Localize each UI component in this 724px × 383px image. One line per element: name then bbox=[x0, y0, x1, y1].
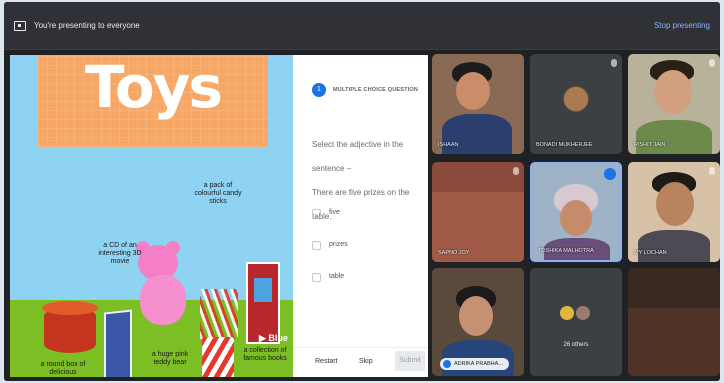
option-label: table bbox=[329, 273, 345, 280]
participant-name: RISHIT JAIN bbox=[634, 142, 666, 148]
stop-presenting-button[interactable]: Stop presenting bbox=[654, 21, 710, 30]
option-five[interactable]: five bbox=[312, 207, 412, 223]
label-round-box: a round box of delicious chocolates bbox=[40, 361, 86, 376]
pin-icon bbox=[443, 360, 451, 368]
option-table[interactable]: table bbox=[312, 271, 412, 287]
participant-name-pill: ADRIKA PRABHA... bbox=[440, 358, 509, 370]
participant-tile[interactable]: MY LOCHAN bbox=[628, 162, 720, 262]
candy-sticks-image bbox=[200, 289, 238, 339]
mic-off-icon bbox=[513, 167, 519, 175]
presenting-banner: You're presenting to everyone Stop prese… bbox=[4, 2, 720, 50]
slide-title-panel: Toys bbox=[38, 55, 268, 147]
skip-button[interactable]: Skip bbox=[359, 358, 373, 365]
label-books: a collection of famous books bbox=[243, 347, 287, 362]
option-prizes[interactable]: prizes bbox=[312, 239, 412, 255]
avatar bbox=[576, 306, 590, 320]
question-number: 1 bbox=[312, 83, 326, 97]
slide-big-title: Toys bbox=[84, 55, 223, 121]
shared-screen: Toys a CD of an interesting 3D movie a p… bbox=[10, 55, 428, 377]
brand-logo: ▶ Blue bbox=[259, 333, 288, 343]
checkbox[interactable] bbox=[312, 273, 321, 282]
participant-tile[interactable]: SAPNO JOY bbox=[432, 162, 524, 262]
quiz-footer: Restart Skip Submit bbox=[293, 347, 428, 377]
participant-tile-active[interactable]: TOSHIKA MALHOTRA bbox=[530, 162, 622, 262]
label-teddy: a huge pink teddy bear bbox=[151, 351, 189, 366]
meeting-window: You're presenting to everyone Stop prese… bbox=[4, 2, 720, 381]
self-view-tile[interactable] bbox=[628, 268, 720, 376]
quiz-panel: 1 MULTIPLE CHOICE QUESTION Select the ad… bbox=[293, 55, 428, 377]
books-image bbox=[246, 262, 280, 344]
checkbox[interactable] bbox=[312, 241, 321, 250]
speaking-indicator-icon bbox=[604, 168, 616, 180]
cd-case-image bbox=[104, 309, 132, 377]
option-label: prizes bbox=[329, 241, 348, 248]
participant-name: SAPNO JOY bbox=[438, 250, 470, 256]
participant-tile[interactable]: ADRIKA PRABHA... bbox=[432, 268, 524, 376]
participant-tile[interactable]: ISHAAN bbox=[432, 54, 524, 154]
label-candy: a pack of colourful candy sticks bbox=[194, 182, 242, 205]
chocolate-box-lid bbox=[42, 301, 98, 315]
restart-button[interactable]: Restart bbox=[315, 358, 338, 365]
avatar bbox=[560, 306, 574, 320]
others-tile[interactable]: 26 others bbox=[530, 268, 622, 376]
mic-off-icon bbox=[611, 59, 617, 67]
participant-tile[interactable]: BONADI MUKHERJEE bbox=[530, 54, 622, 154]
avatar bbox=[563, 86, 589, 112]
participant-name: ADRIKA PRABHA... bbox=[454, 361, 503, 367]
option-label: five bbox=[329, 209, 340, 216]
others-count: 26 others bbox=[563, 342, 589, 348]
label-cd: a CD of an interesting 3D movie bbox=[98, 242, 142, 265]
bottom-toolbar bbox=[4, 377, 720, 381]
question-type: MULTIPLE CHOICE QUESTION bbox=[333, 87, 419, 93]
question-prompt-line: Select the adjective in the sentence – bbox=[312, 140, 404, 173]
participant-tile[interactable]: RISHIT JAIN bbox=[628, 54, 720, 154]
mic-off-icon bbox=[709, 167, 715, 175]
presenting-status: You're presenting to everyone bbox=[34, 21, 140, 30]
participant-name: BONADI MUKHERJEE bbox=[536, 142, 593, 148]
participant-name: MY LOCHAN bbox=[634, 250, 667, 256]
candy-pack-image bbox=[202, 337, 234, 377]
mic-off-icon bbox=[709, 59, 715, 67]
checkbox[interactable] bbox=[312, 209, 321, 218]
participant-name: ISHAAN bbox=[438, 142, 459, 148]
participant-name: TOSHIKA MALHOTRA bbox=[538, 248, 594, 254]
submit-button[interactable]: Submit bbox=[395, 351, 425, 371]
present-to-all-icon bbox=[14, 21, 26, 31]
slide-image: Toys a CD of an interesting 3D movie a p… bbox=[10, 55, 293, 377]
